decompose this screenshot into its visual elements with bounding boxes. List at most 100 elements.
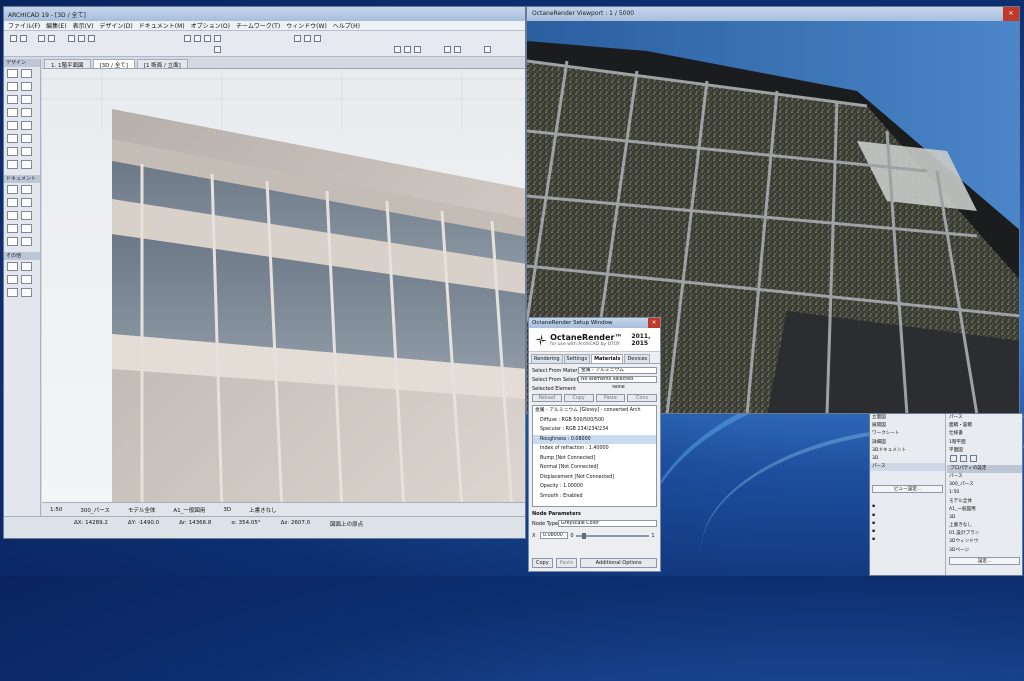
slider-thumb[interactable] — [581, 532, 586, 539]
hotspot-tool-icon[interactable] — [21, 237, 32, 246]
stair-tool-icon[interactable] — [7, 121, 18, 130]
section-icon[interactable] — [444, 46, 451, 53]
nav-item[interactable]: 仕様書 — [947, 430, 1022, 438]
tab-settings[interactable]: Settings — [563, 354, 591, 363]
tree-root-material[interactable]: 金属 - アルミニウム [Glossy] - converted Arch — [533, 406, 656, 416]
material-icon[interactable] — [304, 35, 311, 42]
nav-item[interactable]: 展開図 — [870, 422, 945, 430]
worksheet-tool-icon[interactable] — [21, 275, 32, 284]
nav-item-selected[interactable]: パース — [870, 463, 945, 472]
nav-item[interactable]: ▪ — [870, 512, 945, 520]
dimension-tool-icon[interactable] — [7, 185, 18, 194]
tab-3d[interactable]: [3D / 全て] — [92, 59, 135, 69]
nav-item[interactable]: 面積・容積 — [947, 422, 1022, 430]
menu-help[interactable]: ヘルプ(H) — [333, 21, 360, 30]
property-value[interactable]: 1:50 — [947, 489, 1022, 497]
reload-button[interactable]: Reload — [532, 394, 562, 402]
tab-floor-plan[interactable]: 1. 1階平面図 — [44, 59, 91, 69]
label-tool-icon[interactable] — [21, 198, 32, 207]
tab-materials[interactable]: Materials — [591, 354, 624, 363]
node-type-dropdown[interactable]: Greyscale Color — [558, 520, 657, 527]
marquee-tool-icon[interactable] — [48, 35, 55, 42]
scale-value[interactable]: 1:50 — [50, 507, 62, 513]
tree-node-normal[interactable]: Normal [Not Connected] — [533, 463, 656, 473]
additional-options-dropdown[interactable]: Additional Options — [580, 558, 657, 568]
nav-item[interactable]: 1階平面 — [947, 439, 1022, 447]
tree-node-bump[interactable]: Bump [Not Connected] — [533, 454, 656, 464]
layout-icon[interactable] — [484, 46, 491, 53]
3d-viewport[interactable] — [42, 69, 525, 511]
paste-button[interactable]: Paste — [595, 394, 626, 402]
text-tool-icon[interactable] — [7, 198, 18, 207]
arrow-tool-icon[interactable] — [38, 35, 45, 42]
snap-icon[interactable] — [88, 35, 95, 42]
zone-tool-icon[interactable] — [21, 147, 32, 156]
align-icon[interactable] — [394, 46, 401, 53]
select-from-selection-dropdown[interactable]: No elements selected — [578, 376, 657, 383]
property-value[interactable]: 3Dウィンドウ — [947, 538, 1022, 546]
object-tool-icon[interactable] — [7, 147, 18, 156]
tab-section[interactable]: [1 断面 / 立面] — [136, 59, 188, 69]
nav-item[interactable]: 立面図 — [870, 414, 945, 422]
property-value[interactable]: 上書きなし — [947, 522, 1022, 530]
copy-button[interactable]: Copy — [563, 394, 594, 402]
roof-tool-icon[interactable] — [7, 95, 18, 104]
level-tool-icon[interactable] — [21, 185, 32, 194]
zoom-icon[interactable] — [204, 35, 211, 42]
menu-file[interactable]: ファイル(F) — [8, 21, 40, 30]
nav-item[interactable]: 3Dドキュメント — [870, 447, 945, 455]
redo-icon[interactable] — [20, 35, 27, 42]
tree-node-specular[interactable]: Specular : RGB 234/234/234 — [533, 425, 656, 435]
curtainwall-tool-icon[interactable] — [7, 134, 18, 143]
folder-icon[interactable] — [960, 454, 967, 462]
distribute-icon[interactable] — [404, 46, 411, 53]
section-tool-icon[interactable] — [7, 262, 18, 271]
properties-title[interactable]: プロパティの設定 — [947, 464, 1022, 473]
nav-item[interactable]: ワークシート — [870, 430, 945, 438]
delete-icon[interactable] — [970, 454, 977, 462]
menu-view[interactable]: 表示(V) — [73, 21, 94, 30]
toolbox-more-header[interactable]: その他 — [4, 252, 40, 260]
tree-node-diffuse[interactable]: Diffuse : RGB 500/500/500 — [533, 416, 656, 426]
column-tool-icon[interactable] — [21, 69, 32, 78]
new-view-icon[interactable] — [950, 454, 957, 462]
nav-item[interactable]: 平面図 — [947, 447, 1022, 455]
nav-item[interactable]: ▪ — [870, 520, 945, 528]
close-icon[interactable]: ✕ — [1003, 7, 1019, 21]
beam-tool-icon[interactable] — [7, 82, 18, 91]
convert-button[interactable]: Conv — [627, 394, 657, 402]
tree-node-displacement[interactable]: Displacement [Not Connected] — [533, 473, 656, 483]
x-value-input[interactable]: 0.08000 — [540, 532, 568, 539]
window-tool-icon[interactable] — [21, 108, 32, 117]
copy-node-button[interactable]: Copy — [532, 558, 553, 568]
tab-devices[interactable]: Devices — [624, 354, 651, 363]
undo-icon[interactable] — [10, 35, 17, 42]
property-value[interactable]: 01 設計プラン — [947, 530, 1022, 538]
lamp-tool-icon[interactable] — [21, 160, 32, 169]
menu-design[interactable]: デザイン(D) — [99, 21, 132, 30]
tab-rendering[interactable]: Rendering — [531, 354, 563, 363]
mesh-tool-icon[interactable] — [7, 160, 18, 169]
tree-node-opacity[interactable]: Opacity : 1.00000 — [533, 482, 656, 492]
railing-tool-icon[interactable] — [21, 121, 32, 130]
paste-node-button[interactable]: Paste — [555, 558, 578, 568]
property-value[interactable]: モデル全体 — [947, 498, 1022, 506]
setup-title-bar[interactable]: OctaneRender Setup Window ✕ — [529, 318, 660, 328]
toolbox-design-header[interactable]: デザイン — [4, 59, 40, 67]
nav-item[interactable]: 詳細図 — [870, 439, 945, 447]
group-icon[interactable] — [414, 46, 421, 53]
shell-tool-icon[interactable] — [21, 95, 32, 104]
grid-icon[interactable] — [78, 35, 85, 42]
x-slider[interactable] — [576, 532, 649, 539]
arc-tool-icon[interactable] — [7, 224, 18, 233]
detail-tool-icon[interactable] — [7, 288, 18, 297]
elevation-tool-icon[interactable] — [21, 262, 32, 271]
property-value[interactable]: 300_パース — [947, 481, 1022, 489]
pen-set[interactable]: A1_一般図用 — [173, 506, 205, 514]
menu-window[interactable]: ウィンドウ(W) — [286, 21, 327, 30]
tree-node-roughness[interactable]: Roughness : 0.08000 — [533, 434, 656, 444]
view-settings-button[interactable]: ビュー設定... — [872, 485, 943, 494]
select-from-material-dropdown[interactable]: 金属 - アルミニウム — [578, 367, 657, 374]
elevation-icon[interactable] — [214, 46, 221, 53]
close-icon[interactable]: ✕ — [648, 318, 660, 328]
